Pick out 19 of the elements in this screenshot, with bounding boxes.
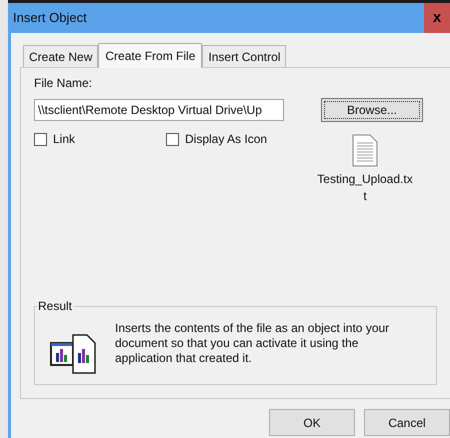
checkbox[interactable] xyxy=(34,132,47,146)
tab[interactable]: Insert Control xyxy=(202,45,286,67)
close-button[interactable]: x xyxy=(424,3,450,33)
checkbox-label: Display As Icon xyxy=(185,131,268,148)
text-file-icon xyxy=(352,134,378,167)
dialog-button[interactable]: OK xyxy=(269,409,355,436)
tab[interactable]: Create From File xyxy=(98,43,202,68)
dialog-button[interactable]: Cancel xyxy=(364,409,450,436)
browse-button[interactable]: Browse... xyxy=(321,98,423,122)
tab[interactable]: Create New xyxy=(23,45,98,67)
file-name-label: File Name: xyxy=(34,75,94,92)
file-caption: Testing_Upload.txt xyxy=(316,171,414,205)
embedded-object-icon xyxy=(49,333,99,377)
file-name-field[interactable]: \\tsclient\Remote Desktop Virtual Drive\Up xyxy=(34,99,284,121)
window-title: Insert Object xyxy=(12,9,87,28)
checkbox-label: Link xyxy=(53,131,76,148)
checkbox[interactable] xyxy=(166,132,179,146)
result-title: Result xyxy=(37,298,74,315)
result-description: Inserts the contents of the file as an object into your document so that you can activate it using the application that created it. xyxy=(115,321,390,366)
